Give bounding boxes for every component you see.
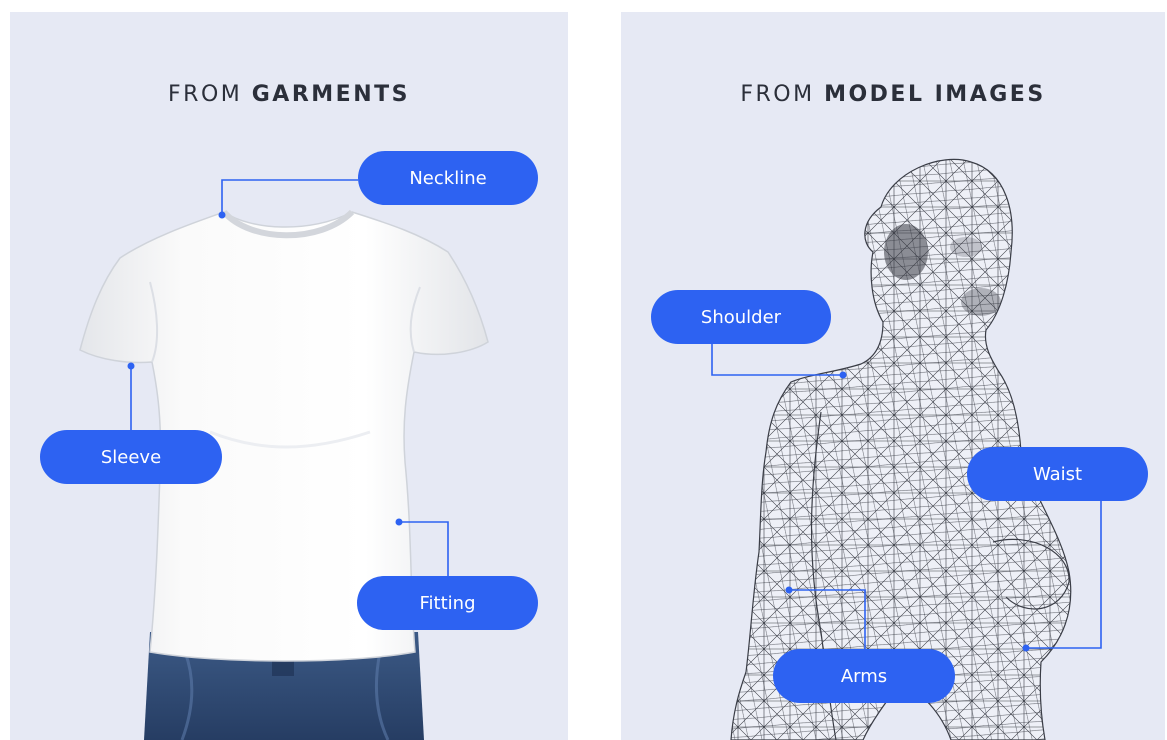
arms-label: Arms <box>773 649 955 703</box>
tshirt-illustration <box>79 179 489 740</box>
sleeve-connector <box>127 362 135 432</box>
neckline-label: Neckline <box>358 151 538 205</box>
shoulder-label: Shoulder <box>651 290 831 344</box>
model-images-panel: FROM MODEL IMAGES Shoulder Waist Arms <box>621 12 1165 740</box>
sleeve-label: Sleeve <box>40 430 222 484</box>
wireframe-body-illustration <box>711 158 1102 740</box>
neckline-connector <box>218 179 358 219</box>
waist-label: Waist <box>967 447 1148 501</box>
wireframe-mesh <box>731 159 1071 740</box>
fitting-label: Fitting <box>357 576 538 630</box>
garments-panel: FROM GARMENTS Neckline Sleeve Fitting <box>10 12 568 740</box>
